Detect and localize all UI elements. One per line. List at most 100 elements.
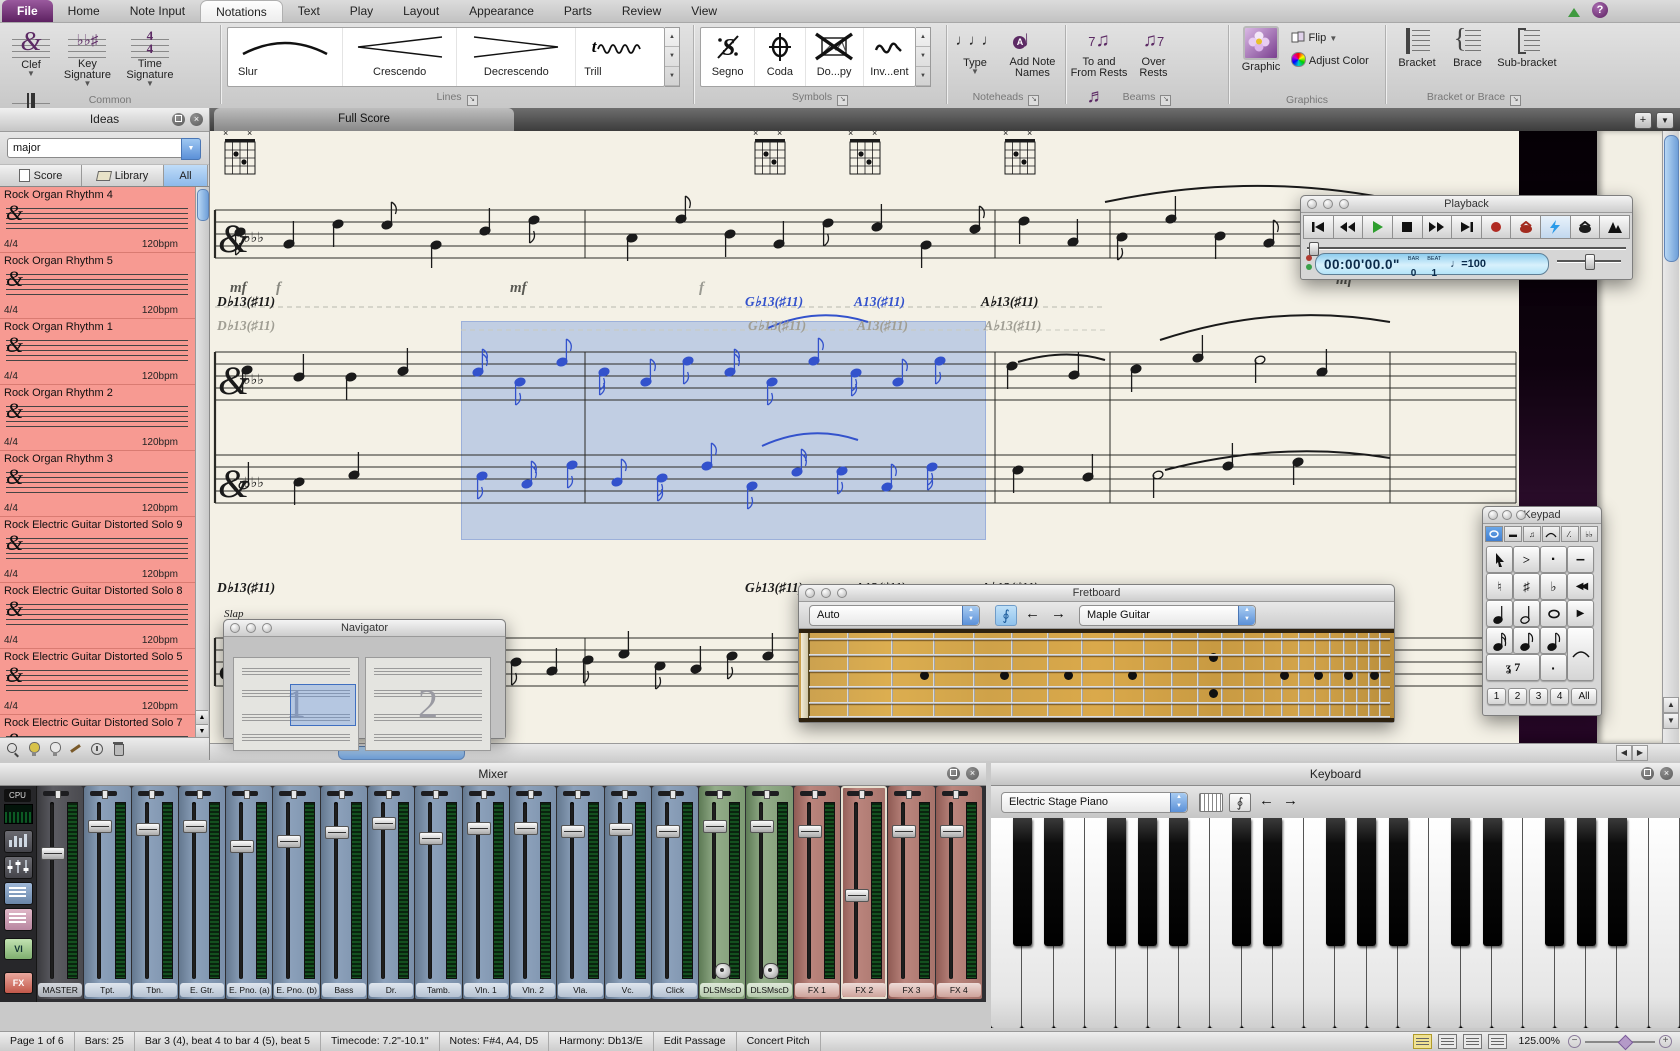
live-playback-button[interactable] (1571, 215, 1601, 239)
ideas-tab-all[interactable]: All (164, 165, 208, 186)
ideas-close-button[interactable]: × (190, 113, 203, 126)
graphic-button[interactable]: Graphic (1235, 26, 1287, 73)
dynamic-marking[interactable]: f (699, 280, 704, 297)
navigator-body[interactable]: 1 2 (224, 637, 505, 738)
keypad-flat-key[interactable]: ♭ (1540, 573, 1567, 600)
black-key[interactable] (1107, 818, 1126, 946)
delete-idea-button[interactable] (111, 742, 125, 756)
symbols-dialog-launcher[interactable]: ↘ (837, 95, 848, 106)
fader-handle[interactable] (277, 835, 301, 848)
scroll-left-button[interactable]: ◀ (1616, 745, 1632, 761)
pan-slider[interactable] (800, 791, 826, 796)
dynamic-marking[interactable]: mf (230, 280, 247, 297)
idea-card[interactable]: Rock Organ Rhythm 4&4/4120bpm (0, 187, 196, 253)
fader-handle[interactable] (136, 823, 160, 836)
fretboard-mode-select[interactable]: Auto▲▼ (809, 605, 980, 626)
mixer-strip-fx-1[interactable]: FX 1 (794, 786, 840, 999)
idea-card[interactable]: Rock Organ Rhythm 5&4/4120bpm (0, 253, 196, 319)
symbol-inverted-mordent-item[interactable]: Inv...ent (864, 28, 915, 86)
fader-handle[interactable] (372, 817, 396, 830)
ideas-scroll-up[interactable]: ▲ (196, 710, 208, 724)
live-tempo-button[interactable] (1541, 215, 1571, 239)
black-key[interactable] (1013, 818, 1032, 946)
ribbon-tab-review[interactable]: Review (607, 0, 676, 22)
status-item[interactable]: Harmony: Db13/E (549, 1032, 653, 1051)
ribbon-tab-parts[interactable]: Parts (549, 0, 607, 22)
guitar-string[interactable] (809, 670, 1390, 672)
idea-card[interactable]: Rock Electric Guitar Distorted Solo 7&4/… (0, 715, 196, 738)
sub-bracket-button[interactable]: Sub-bracket (1493, 26, 1561, 69)
line-slur-item[interactable]: Slur (228, 28, 343, 86)
mixer-strip-vla-[interactable]: Vla. (557, 786, 603, 999)
pan-slider[interactable] (421, 791, 447, 796)
ideas-title-bar[interactable]: Ideas × (0, 108, 209, 132)
keypad-zoom-button[interactable] (1516, 510, 1526, 520)
playback-zoom-button[interactable] (1339, 199, 1349, 209)
keyboard-octave-down-button[interactable]: ← (1259, 792, 1274, 809)
navigator-close-button[interactable] (230, 623, 240, 633)
chord-symbol[interactable]: A♭13(♯11) (981, 294, 1038, 310)
tab-list-button[interactable]: ▼ (1656, 112, 1674, 129)
mixer-strip-vln-2[interactable]: Vln. 2 (510, 786, 556, 999)
beams-dialog-launcher[interactable]: ↘ (1160, 95, 1171, 106)
keypad-tab-accidentals[interactable]: ♭♭ (1580, 526, 1598, 542)
keypad-title-bar[interactable]: Keypad (1483, 507, 1601, 524)
mixer-strip-tbn-[interactable]: Tbn. (132, 786, 178, 999)
paste-idea-button[interactable] (48, 742, 62, 756)
scroll-down-button[interactable]: ▼ (1663, 713, 1679, 729)
keypad-dot-key[interactable]: · (1540, 654, 1567, 681)
ideas-tab-library[interactable]: Library (82, 165, 164, 186)
pan-slider[interactable] (90, 791, 116, 796)
single-page-view-button[interactable] (1438, 1034, 1457, 1049)
mixer-strip-click[interactable]: Click (652, 786, 698, 999)
navigator-title-bar[interactable]: Navigator (224, 620, 505, 637)
pan-slider[interactable] (185, 791, 211, 796)
ribbon-tab-file[interactable]: File (2, 0, 53, 22)
keypad-natural-key[interactable]: ♮ (1486, 573, 1513, 600)
idea-card[interactable]: Rock Electric Guitar Distorted Solo 9&4/… (0, 517, 196, 583)
keyboard-detach-button[interactable] (1641, 767, 1654, 780)
black-key[interactable] (1263, 818, 1282, 946)
ribbon-tab-appearance[interactable]: Appearance (454, 0, 549, 22)
add-note-names-button[interactable]: ♩A Add Note Names (1001, 26, 1063, 79)
status-item[interactable]: Bars: 25 (75, 1032, 135, 1051)
mixer-strip-vln-1[interactable]: Vln. 1 (463, 786, 509, 999)
meter-view-button[interactable] (4, 830, 33, 853)
bracket-dialog-launcher[interactable]: ↘ (1510, 95, 1521, 106)
keyboard-close-button[interactable]: × (1660, 767, 1673, 780)
mixer-strip-fx-2[interactable]: FX 2 (841, 786, 887, 999)
keypad-layout-1[interactable]: 1 (1487, 688, 1506, 705)
capture-idea-button[interactable] (6, 742, 20, 756)
ideas-scrollbar[interactable]: ▲ ▼ (195, 187, 209, 738)
black-key[interactable] (1169, 818, 1188, 946)
status-item[interactable]: Notes: F#4, A4, D5 (440, 1032, 550, 1051)
keypad-cursor-key[interactable] (1486, 546, 1513, 573)
line-crescendo-item[interactable]: Crescendo (343, 28, 458, 86)
mixer-strip-bass[interactable]: Bass (321, 786, 367, 999)
mixer-strip-fx-4[interactable]: FX 4 (936, 786, 982, 999)
chord-symbol[interactable]: D♭13(♯11) (217, 580, 275, 596)
black-key[interactable] (1044, 818, 1063, 946)
white-key[interactable] (1649, 818, 1680, 1028)
fader-handle[interactable] (561, 825, 585, 838)
keypad-layout-2[interactable]: 2 (1508, 688, 1527, 705)
keypad-eighth-note-b-key[interactable] (1540, 627, 1567, 654)
pan-slider[interactable] (658, 791, 684, 796)
fader-handle[interactable] (940, 825, 964, 838)
pan-slider[interactable] (232, 791, 258, 796)
keypad-tie-key[interactable] (1567, 627, 1594, 681)
black-key[interactable] (1232, 818, 1251, 946)
chord-symbol[interactable]: D♭13(♯11) (217, 318, 275, 334)
symbol-segno-item[interactable]: S Segno (701, 28, 755, 86)
fader-view-button[interactable] (4, 856, 33, 879)
mixer-strip-fx-3[interactable]: FX 3 (888, 786, 934, 999)
zoom-slider[interactable]: − + (1568, 1035, 1672, 1048)
keyboard-chord-mode-button[interactable]: ∮ (1229, 793, 1251, 812)
keypad-whole-note-key[interactable] (1540, 600, 1567, 627)
keypad-rest-key[interactable]: ʓ 7 (1486, 654, 1540, 681)
ribbon-tab-home[interactable]: Home (53, 0, 115, 22)
fader-handle[interactable] (892, 825, 916, 838)
collapse-ribbon-button[interactable] (1568, 4, 1580, 22)
keypad-half-note-key[interactable] (1513, 600, 1540, 627)
fader-handle[interactable] (798, 825, 822, 838)
